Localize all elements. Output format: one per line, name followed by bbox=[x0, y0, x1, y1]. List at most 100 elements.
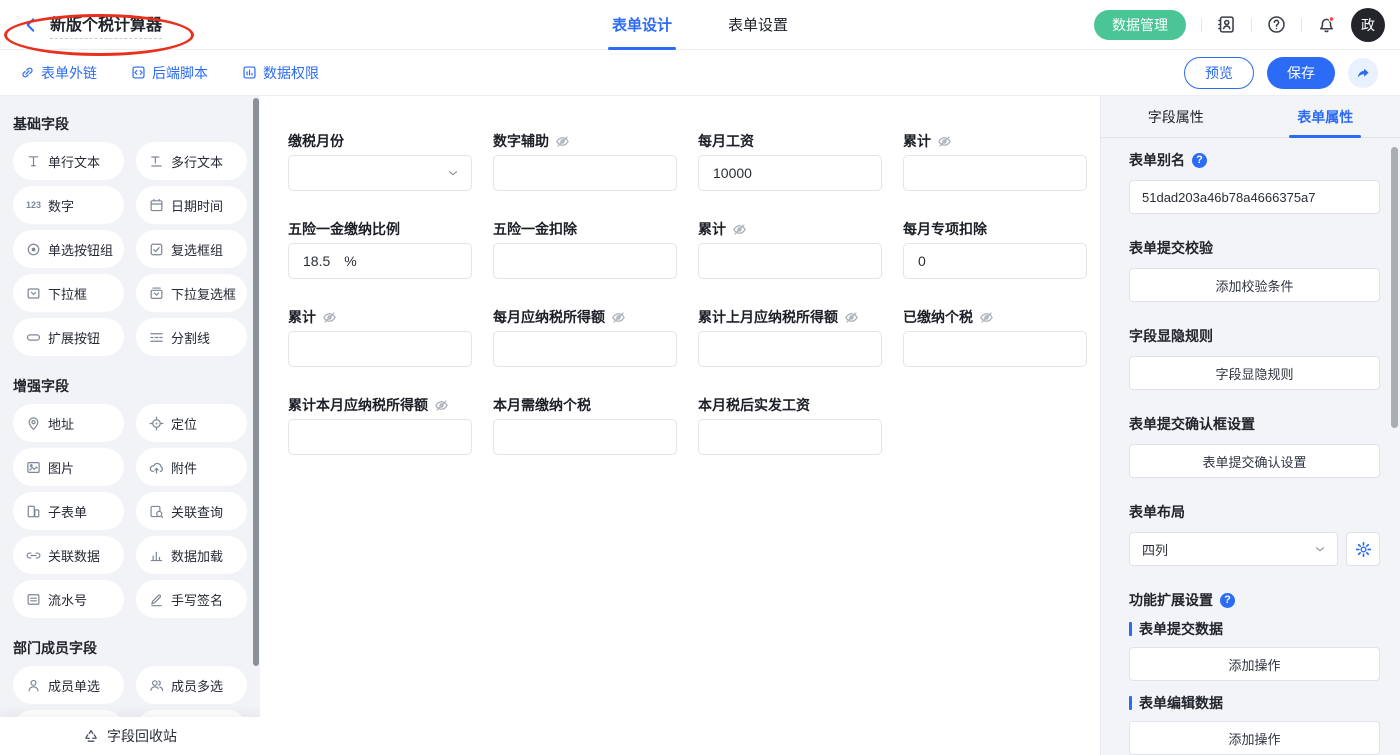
back-button[interactable] bbox=[22, 16, 40, 34]
ext-button-icon bbox=[26, 330, 41, 345]
main-area: 基础字段单行文本多行文本123数字日期时间单选按钮组复选框组下拉框下拉复选框扩展… bbox=[0, 96, 1400, 755]
panel-group-heading-text: 表单提交确认框设置 bbox=[1129, 414, 1255, 434]
avatar[interactable]: 政 bbox=[1351, 8, 1385, 42]
form-field-label: 累计 bbox=[698, 221, 882, 237]
sidebar-item[interactable]: 附件 bbox=[136, 448, 247, 486]
sidebar-item[interactable]: 关联查询 bbox=[136, 492, 247, 530]
form-title[interactable]: 新版个税计算器 bbox=[50, 11, 162, 39]
tab-form-props[interactable]: 表单属性 bbox=[1251, 96, 1400, 137]
form-field-input[interactable] bbox=[493, 419, 677, 455]
field-recycle-button[interactable]: 字段回收站 bbox=[0, 717, 260, 755]
sidebar-item[interactable]: 成员单选 bbox=[13, 666, 124, 704]
tab-form-design[interactable]: 表单设计 bbox=[612, 0, 672, 50]
form-alias-input[interactable]: 51dad203a46b78a4666375a7 bbox=[1129, 180, 1380, 214]
linked-query-icon bbox=[149, 504, 164, 519]
sidebar-item-label: 扩展按钮 bbox=[48, 328, 100, 347]
sidebar-item[interactable]: 关联数据 bbox=[13, 536, 124, 574]
sidebar-item[interactable]: 数据加载 bbox=[136, 536, 247, 574]
data-manage-button[interactable]: 数据管理 bbox=[1094, 10, 1186, 40]
form-field: 每月工资10000 bbox=[698, 133, 882, 191]
form-field-input[interactable] bbox=[288, 419, 472, 455]
panel-action-button[interactable]: 表单提交确认设置 bbox=[1129, 444, 1380, 478]
form-field-input[interactable] bbox=[288, 331, 472, 367]
tab-form-settings[interactable]: 表单设置 bbox=[728, 0, 788, 50]
link-icon bbox=[20, 65, 35, 80]
form-field-input[interactable] bbox=[903, 331, 1087, 367]
sidebar-item[interactable]: 单选按钮组 bbox=[13, 230, 124, 268]
eye-off-icon bbox=[611, 310, 626, 325]
sidebar-item[interactable]: 成员多选 bbox=[136, 666, 247, 704]
sidebar-item[interactable]: 扩展按钮 bbox=[13, 318, 124, 356]
form-field: 累计本月应纳税所得额 bbox=[288, 397, 472, 455]
form-field-input[interactable]: 18.5% bbox=[288, 243, 472, 279]
form-field-input[interactable] bbox=[493, 243, 677, 279]
sidebar-item[interactable]: 123数字 bbox=[13, 186, 124, 224]
form-layout-select[interactable]: 四列 bbox=[1129, 532, 1338, 566]
form-field-value: 18.5 bbox=[303, 253, 330, 269]
toolbar-link-label: 数据权限 bbox=[263, 63, 319, 83]
panel-action-button[interactable]: 字段显隐规则 bbox=[1129, 356, 1380, 390]
panel-action-button[interactable]: 添加操作 bbox=[1129, 721, 1380, 755]
sidebar-item-label: 附件 bbox=[171, 458, 197, 477]
field-recycle-label: 字段回收站 bbox=[107, 726, 177, 746]
sidebar-scrollbar[interactable] bbox=[253, 98, 259, 666]
form-field-input[interactable] bbox=[493, 155, 677, 191]
help-icon[interactable] bbox=[1267, 15, 1286, 34]
sidebar-item[interactable]: 多行文本 bbox=[136, 142, 247, 180]
panel-group-heading: 表单布局 bbox=[1129, 502, 1380, 522]
sidebar-item-label: 图片 bbox=[48, 458, 74, 477]
sidebar-item[interactable]: 单行文本 bbox=[13, 142, 124, 180]
eye-off-icon bbox=[937, 134, 952, 149]
toolbar-link[interactable]: 后端脚本 bbox=[131, 63, 208, 83]
form-field-label-text: 每月专项扣除 bbox=[903, 221, 987, 237]
question-circle-icon[interactable]: ? bbox=[1220, 593, 1235, 608]
panel-group-heading-text: 表单提交校验 bbox=[1129, 238, 1213, 258]
form-field-label-text: 缴税月份 bbox=[288, 133, 344, 149]
image-icon bbox=[26, 460, 41, 475]
sidebar-item[interactable]: 手写签名 bbox=[136, 580, 247, 618]
sidebar-item[interactable]: 复选框组 bbox=[136, 230, 247, 268]
bell-icon[interactable] bbox=[1317, 15, 1336, 34]
address-book-icon[interactable] bbox=[1217, 15, 1236, 34]
form-field-input[interactable] bbox=[698, 331, 882, 367]
sidebar-item-label: 定位 bbox=[171, 414, 197, 433]
panel-group: 功能扩展设置? bbox=[1129, 590, 1380, 610]
form-field-input[interactable] bbox=[698, 419, 882, 455]
sidebar-item[interactable]: 地址 bbox=[13, 404, 124, 442]
toolbar-link[interactable]: 数据权限 bbox=[242, 63, 319, 83]
select-icon bbox=[26, 286, 41, 301]
form-field-input[interactable]: 0 bbox=[903, 243, 1087, 279]
sidebar-item-label: 手写签名 bbox=[171, 590, 223, 609]
form-field-input[interactable] bbox=[493, 331, 677, 367]
sidebar-item-label: 下拉复选框 bbox=[171, 284, 236, 303]
checkbox-group-icon bbox=[149, 242, 164, 257]
panel-scrollbar[interactable] bbox=[1391, 147, 1398, 428]
save-button[interactable]: 保存 bbox=[1267, 57, 1335, 89]
form-field-select[interactable] bbox=[288, 155, 472, 191]
tab-field-props[interactable]: 字段属性 bbox=[1101, 96, 1251, 137]
form-field-input[interactable] bbox=[903, 155, 1087, 191]
sidebar-item[interactable]: 图片 bbox=[13, 448, 124, 486]
text-multi-icon bbox=[149, 154, 164, 169]
preview-button[interactable]: 预览 bbox=[1184, 57, 1254, 89]
eye-off-icon bbox=[322, 310, 337, 325]
share-button[interactable] bbox=[1348, 58, 1378, 88]
sidebar-item-label: 关联查询 bbox=[171, 502, 223, 521]
gear-icon bbox=[1355, 541, 1372, 558]
sidebar-item[interactable]: 流水号 bbox=[13, 580, 124, 618]
sidebar-item[interactable]: 子表单 bbox=[13, 492, 124, 530]
sidebar-item[interactable]: 下拉复选框 bbox=[136, 274, 247, 312]
sidebar-item[interactable]: 日期时间 bbox=[136, 186, 247, 224]
form-field-input[interactable]: 10000 bbox=[698, 155, 882, 191]
sidebar-item[interactable]: 定位 bbox=[136, 404, 247, 442]
form-field-input[interactable] bbox=[698, 243, 882, 279]
sidebar-item[interactable]: 分割线 bbox=[136, 318, 247, 356]
form-field-label-text: 五险一金扣除 bbox=[493, 221, 577, 237]
panel-action-button[interactable]: 添加操作 bbox=[1129, 647, 1380, 681]
sidebar-item[interactable]: 下拉框 bbox=[13, 274, 124, 312]
question-circle-icon[interactable]: ? bbox=[1192, 153, 1207, 168]
panel-action-button[interactable]: 添加校验条件 bbox=[1129, 268, 1380, 302]
toolbar-link[interactable]: 表单外链 bbox=[20, 63, 97, 83]
layout-gear-button[interactable] bbox=[1346, 532, 1380, 566]
eye-off-icon bbox=[732, 222, 747, 237]
